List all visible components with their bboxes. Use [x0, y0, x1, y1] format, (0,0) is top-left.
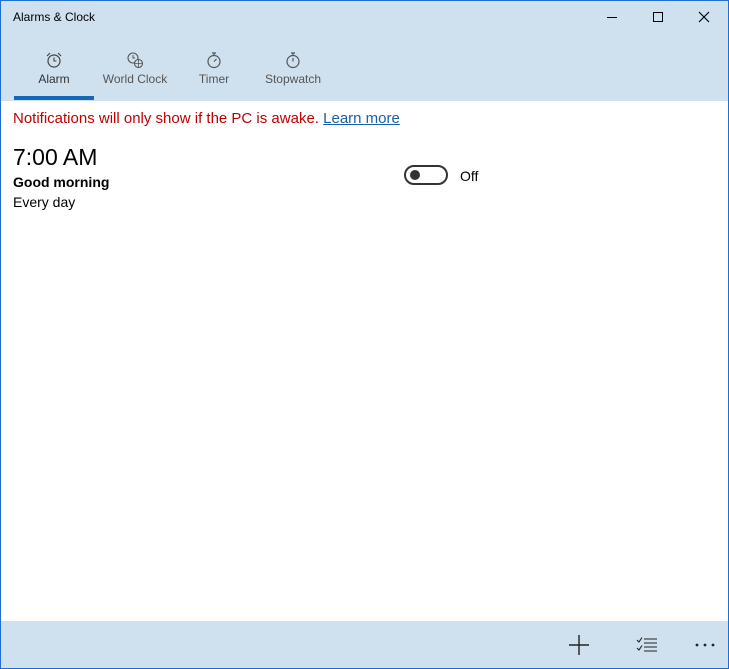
maximize-button[interactable] [635, 1, 681, 33]
close-icon [698, 11, 710, 23]
minimize-icon [607, 16, 617, 18]
more-options-button[interactable] [681, 621, 729, 668]
minimize-button[interactable] [589, 1, 635, 33]
tab-timer[interactable]: Timer [189, 45, 239, 101]
alarm-item[interactable]: 7:00 AM Good morning Every day Off [13, 144, 493, 214]
stopwatch-icon [286, 52, 300, 69]
select-alarms-button[interactable] [623, 621, 671, 668]
tab-world-clock[interactable]: World Clock [97, 45, 173, 101]
app-title: Alarms & Clock [13, 10, 96, 24]
alarm-time: 7:00 AM [13, 144, 98, 170]
toggle-state-label: Off [460, 168, 479, 184]
close-button[interactable] [681, 1, 727, 33]
active-tab-indicator [14, 96, 94, 100]
timer-icon [207, 52, 221, 69]
toggle-knob [410, 170, 420, 180]
notification-notice: Notifications will only show if the PC i… [13, 110, 400, 127]
learn-more-link[interactable]: Learn more [323, 110, 400, 127]
tab-label: World Clock [102, 72, 168, 86]
more-icon [695, 643, 715, 646]
header: Alarms & Clock Alarm World Clock Timer S… [1, 1, 728, 101]
add-alarm-button[interactable] [555, 621, 603, 668]
select-list-icon [636, 636, 657, 652]
add-icon [569, 634, 589, 655]
tab-bar: Alarm World Clock Timer Stopwatch [1, 45, 728, 101]
alarm-repeat: Every day [13, 194, 76, 210]
world-clock-icon [127, 52, 144, 69]
command-bar [1, 621, 728, 668]
tab-label: Stopwatch [264, 72, 322, 86]
tab-alarm[interactable]: Alarm [14, 45, 94, 101]
title-bar[interactable]: Alarms & Clock [1, 1, 728, 34]
tab-stopwatch[interactable]: Stopwatch [258, 45, 328, 101]
alarm-name: Good morning [13, 174, 110, 190]
app-window: Alarms & Clock Alarm World Clock Timer S… [0, 0, 729, 669]
notice-text: Notifications will only show if the PC i… [13, 110, 319, 127]
alarm-clock-icon [46, 52, 62, 68]
maximize-icon [653, 12, 663, 22]
tab-label: Alarm [38, 72, 70, 86]
tab-label: Timer [198, 72, 230, 86]
alarm-toggle-switch[interactable] [404, 165, 448, 185]
